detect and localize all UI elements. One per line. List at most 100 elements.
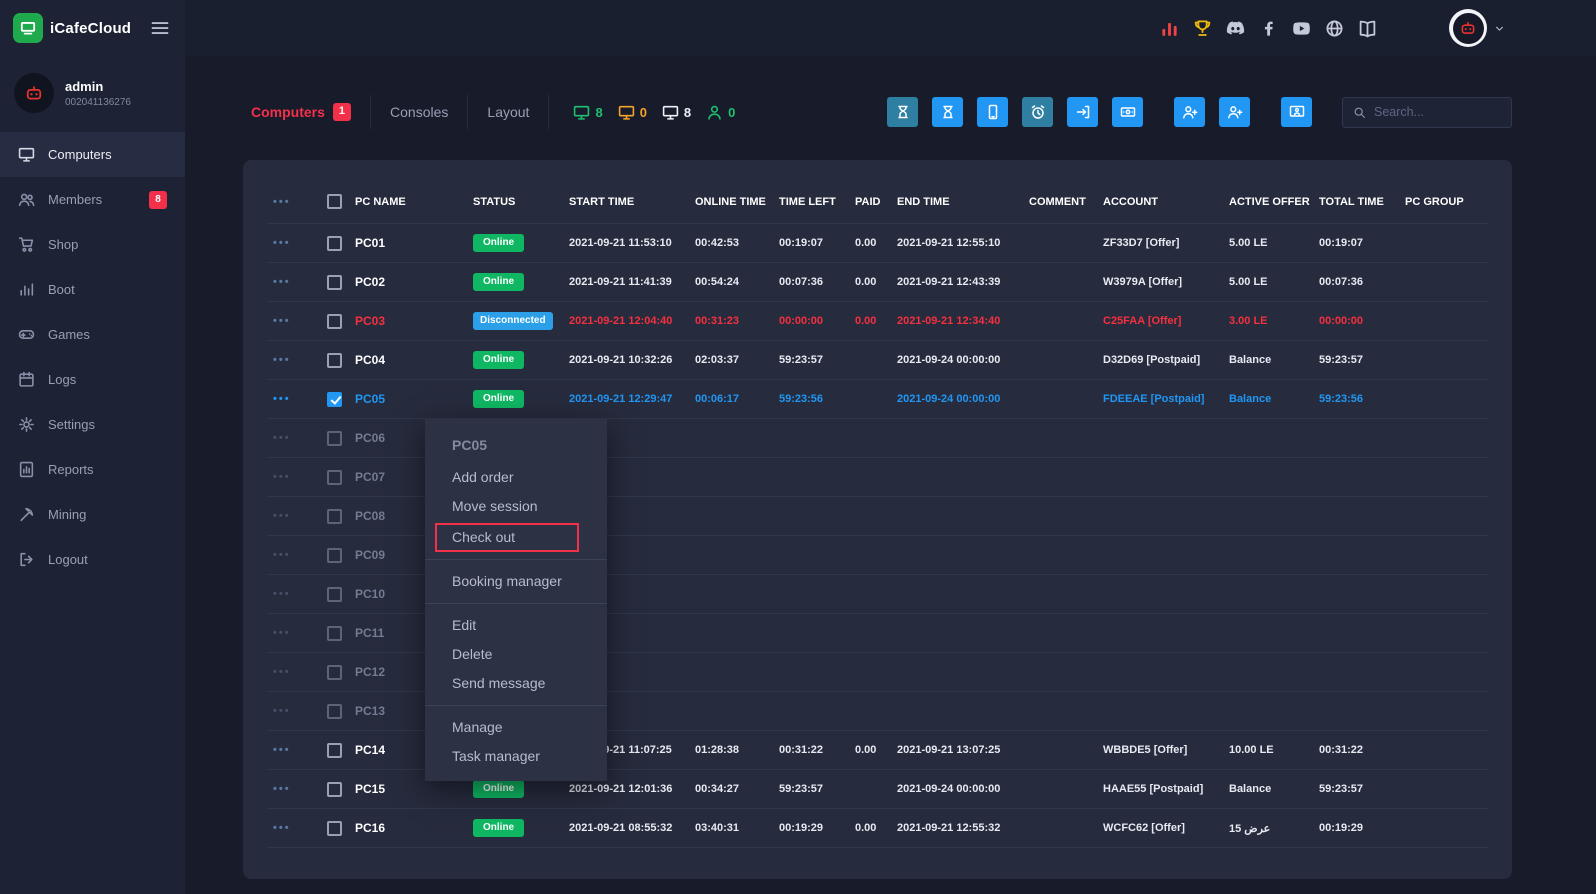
row-checkbox[interactable] — [327, 275, 342, 290]
row-actions-icon[interactable]: ••• — [273, 549, 291, 561]
sidebar-item-computers[interactable]: Computers — [0, 132, 185, 177]
menu-toggle-icon[interactable] — [150, 18, 170, 38]
table-row[interactable]: ••• PC02 Online 2021-09-21 11:41:39 00:5… — [267, 263, 1488, 302]
total-time: 00:31:22 — [1313, 731, 1399, 770]
row-actions-icon[interactable]: ••• — [273, 237, 291, 249]
icafecloud-logo[interactable]: iCafeCloud — [13, 13, 131, 43]
search-input[interactable] — [1374, 105, 1501, 119]
menu-item-task-manager[interactable]: Task manager — [425, 742, 607, 771]
sidebar-item-shop[interactable]: Shop — [0, 222, 185, 267]
menu-item-edit[interactable]: Edit — [425, 611, 607, 640]
menu-item-manage[interactable]: Manage — [425, 713, 607, 742]
row-checkbox[interactable] — [327, 743, 342, 758]
youtube-icon[interactable] — [1292, 19, 1311, 38]
bulk-actions-icon[interactable]: ••• — [273, 196, 291, 208]
row-checkbox[interactable] — [327, 587, 342, 602]
row-actions-icon[interactable]: ••• — [273, 822, 291, 834]
menu-item-move-session[interactable]: Move session — [425, 492, 607, 521]
add-guest-button[interactable] — [1219, 97, 1250, 127]
row-checkbox[interactable] — [327, 470, 342, 485]
comment — [1023, 614, 1097, 653]
hourglass-dark-button[interactable] — [887, 97, 918, 127]
screens-button[interactable] — [1281, 97, 1312, 127]
row-checkbox[interactable] — [327, 392, 342, 407]
row-actions-icon[interactable]: ••• — [273, 666, 291, 678]
mobile-button[interactable] — [977, 97, 1008, 127]
menu-item-delete[interactable]: Delete — [425, 640, 607, 669]
start-time: 2021-09-21 12:29:47 — [563, 380, 689, 419]
start-time: 2021-09-21 11:53:10 — [563, 224, 689, 263]
row-actions-icon[interactable]: ••• — [273, 705, 291, 717]
book-icon[interactable] — [1358, 19, 1377, 38]
row-checkbox[interactable] — [327, 821, 342, 836]
row-actions-icon[interactable]: ••• — [273, 744, 291, 756]
account — [1097, 536, 1223, 575]
row-actions-icon[interactable]: ••• — [273, 588, 291, 600]
checkout-button[interactable] — [1067, 97, 1098, 127]
user-menu[interactable] — [1449, 9, 1506, 47]
end-time — [891, 653, 1023, 692]
row-actions-icon[interactable]: ••• — [273, 627, 291, 639]
row-checkbox[interactable] — [327, 665, 342, 680]
tab-consoles[interactable]: Consoles — [370, 95, 467, 129]
row-checkbox[interactable] — [327, 548, 342, 563]
row-checkbox[interactable] — [327, 353, 342, 368]
stats-icon[interactable] — [1160, 19, 1179, 38]
menu-item-add-order[interactable]: Add order — [425, 463, 607, 492]
sidebar-item-mining[interactable]: Mining — [0, 492, 185, 537]
row-actions-icon[interactable]: ••• — [273, 471, 291, 483]
online-time: 00:34:27 — [689, 770, 773, 809]
hourglass-button[interactable] — [932, 97, 963, 127]
globe-icon[interactable] — [1325, 19, 1344, 38]
row-actions-icon[interactable]: ••• — [273, 393, 291, 405]
menu-item-send-message[interactable]: Send message — [425, 669, 607, 698]
search-box[interactable] — [1342, 97, 1512, 128]
profile[interactable]: admin 002041136276 — [0, 56, 185, 124]
row-checkbox[interactable] — [327, 626, 342, 641]
sidebar-item-logout[interactable]: Logout — [0, 537, 185, 582]
table-row[interactable]: ••• PC05 Online 2021-09-21 12:29:47 00:0… — [267, 380, 1488, 419]
table-row[interactable]: ••• PC04 Online 2021-09-21 10:32:26 02:0… — [267, 341, 1488, 380]
menu-item-booking-manager[interactable]: Booking manager — [425, 567, 607, 596]
person-icon — [706, 104, 723, 121]
table-row[interactable]: ••• PC16 Online 2021-09-21 08:55:32 03:4… — [267, 809, 1488, 848]
add-member-button[interactable] — [1174, 97, 1205, 127]
pc-name: PC10 — [355, 587, 385, 601]
report-icon — [18, 461, 35, 478]
sidebar-item-logs[interactable]: Logs — [0, 357, 185, 402]
tab-layout[interactable]: Layout — [467, 95, 548, 129]
pc-group — [1399, 419, 1488, 458]
sidebar-item-boot[interactable]: Boot — [0, 267, 185, 312]
sidebar-item-members[interactable]: Members 8 — [0, 177, 185, 222]
pc-group — [1399, 731, 1488, 770]
row-checkbox[interactable] — [327, 704, 342, 719]
row-actions-icon[interactable]: ••• — [273, 354, 291, 366]
table-row[interactable]: ••• PC03 Disconnected 2021-09-21 12:04:4… — [267, 302, 1488, 341]
sidebar-item-games[interactable]: Games — [0, 312, 185, 357]
row-checkbox[interactable] — [327, 431, 342, 446]
comment — [1023, 458, 1097, 497]
monitor-icon — [18, 146, 35, 163]
row-actions-icon[interactable]: ••• — [273, 315, 291, 327]
total-time — [1313, 458, 1399, 497]
row-actions-icon[interactable]: ••• — [273, 783, 291, 795]
sidebar-item-settings[interactable]: Settings — [0, 402, 185, 447]
row-checkbox[interactable] — [327, 509, 342, 524]
tab-computers[interactable]: Computers 1 — [243, 95, 370, 129]
sidebar-item-reports[interactable]: Reports — [0, 447, 185, 492]
facebook-icon[interactable] — [1259, 19, 1278, 38]
cash-button[interactable] — [1112, 97, 1143, 127]
row-actions-icon[interactable]: ••• — [273, 276, 291, 288]
row-actions-icon[interactable]: ••• — [273, 510, 291, 522]
table-row[interactable]: ••• PC01 Online 2021-09-21 11:53:10 00:4… — [267, 224, 1488, 263]
row-checkbox[interactable] — [327, 782, 342, 797]
select-all-checkbox[interactable] — [327, 194, 342, 209]
discord-icon[interactable] — [1226, 19, 1245, 38]
active-offer: 5.00 LE — [1223, 263, 1313, 302]
row-actions-icon[interactable]: ••• — [273, 432, 291, 444]
alarm-button[interactable] — [1022, 97, 1053, 127]
row-checkbox[interactable] — [327, 236, 342, 251]
menu-item-check-out[interactable]: Check out — [435, 523, 579, 552]
row-checkbox[interactable] — [327, 314, 342, 329]
trophy-icon[interactable] — [1193, 19, 1212, 38]
